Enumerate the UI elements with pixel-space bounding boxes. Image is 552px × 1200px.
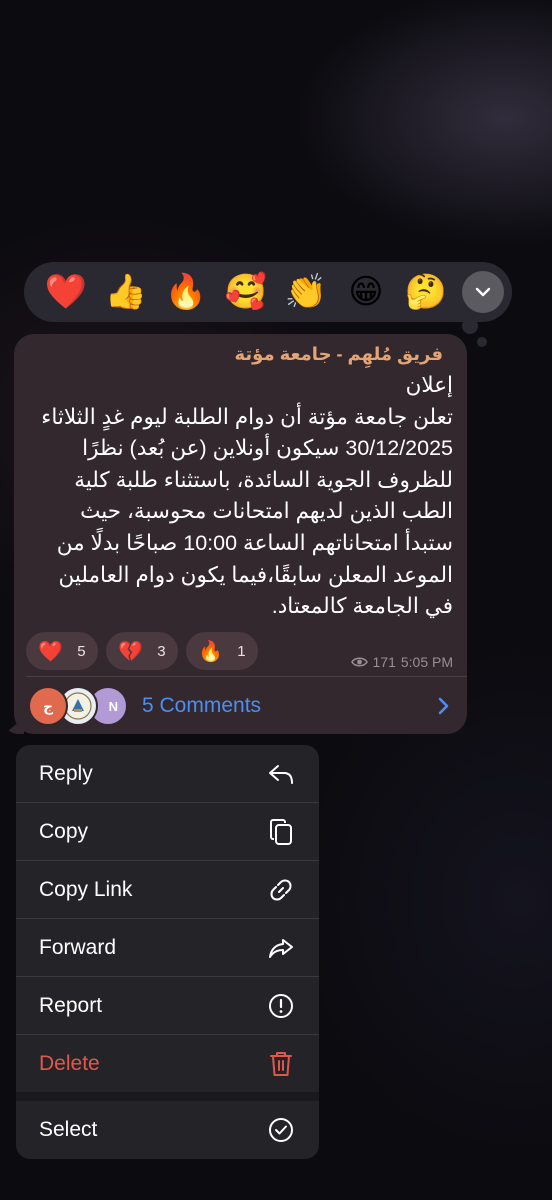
divider: [26, 676, 467, 677]
red-heart-icon[interactable]: ❤️: [36, 262, 96, 322]
menu-item-label: Forward: [39, 935, 117, 959]
reaction-chip-heart[interactable]: ❤️ 5: [26, 632, 98, 670]
menu-item-copy[interactable]: Copy: [16, 803, 319, 860]
grinning-face-icon[interactable]: 😁: [336, 262, 396, 322]
comments-label: 5 Comments: [142, 694, 262, 717]
menu-item-report[interactable]: Report: [16, 977, 319, 1034]
picker-tail-dot: [477, 337, 487, 347]
message-bubble[interactable]: فريق مُلهِم - جامعة مؤتة إعلان تعلن جامع…: [14, 334, 467, 734]
message-time: 5:05 PM: [400, 654, 453, 670]
context-menu: Reply Copy Copy Link Forward Report Dele…: [16, 745, 319, 1159]
comments-button[interactable]: ج N 5 Comments: [28, 684, 453, 728]
smiling-face-hearts-icon[interactable]: 🥰: [216, 262, 276, 322]
clapping-hands-icon[interactable]: 👏: [276, 262, 336, 322]
copy-icon: [267, 818, 295, 846]
commenter-avatars: ج N: [28, 684, 138, 728]
menu-item-label: Select: [39, 1117, 98, 1141]
thinking-face-icon[interactable]: 🤔: [396, 262, 456, 322]
menu-item-label: Report: [39, 993, 103, 1017]
avatar: ج: [28, 686, 68, 726]
message-text: إعلان تعلن جامعة مؤتة أن دوام الطلبة ليو…: [41, 373, 453, 619]
message-reactions: ❤️ 5 💔 3 🔥 1: [26, 632, 258, 670]
reaction-chip-broken-heart[interactable]: 💔 3: [106, 632, 178, 670]
red-heart-icon: ❤️: [38, 640, 64, 663]
message-meta: 171 5:05 PM: [350, 654, 453, 670]
menu-group-gap: [16, 1092, 319, 1101]
chevron-right-icon: [438, 697, 449, 715]
reply-icon: [267, 760, 295, 788]
menu-item-label: Copy Link: [39, 877, 133, 901]
eye-icon: [350, 657, 368, 667]
menu-item-label: Reply: [39, 761, 93, 785]
link-icon: [267, 876, 295, 904]
menu-item-label: Delete: [39, 1051, 100, 1075]
trash-icon: [267, 1050, 295, 1078]
menu-item-forward[interactable]: Forward: [16, 919, 319, 976]
forward-icon: [267, 934, 295, 962]
reaction-chip-fire[interactable]: 🔥 1: [186, 632, 258, 670]
menu-item-select[interactable]: Select: [16, 1101, 319, 1158]
fire-icon: 🔥: [198, 640, 224, 663]
chevron-down-icon: [475, 287, 491, 297]
reaction-count: 5: [77, 642, 86, 660]
expand-reactions-button[interactable]: [462, 271, 504, 313]
checkmark-circle-icon: [267, 1116, 295, 1144]
picker-tail-dot: [462, 318, 478, 334]
reaction-picker: ❤️ 👍 🔥 🥰 👏 😁 🤔: [24, 262, 512, 322]
menu-item-delete[interactable]: Delete: [16, 1035, 319, 1092]
view-count: 171: [372, 654, 396, 670]
reaction-count: 1: [237, 642, 246, 660]
broken-heart-icon: 💔: [118, 640, 144, 663]
sender-name[interactable]: فريق مُلهِم - جامعة مؤتة: [234, 344, 443, 365]
reaction-count: 3: [157, 642, 166, 660]
menu-item-reply[interactable]: Reply: [16, 745, 319, 802]
menu-item-copy-link[interactable]: Copy Link: [16, 861, 319, 918]
menu-item-label: Copy: [39, 819, 89, 843]
thumbs-up-icon[interactable]: 👍: [96, 262, 156, 322]
report-icon: [267, 992, 295, 1020]
fire-icon[interactable]: 🔥: [156, 262, 216, 322]
